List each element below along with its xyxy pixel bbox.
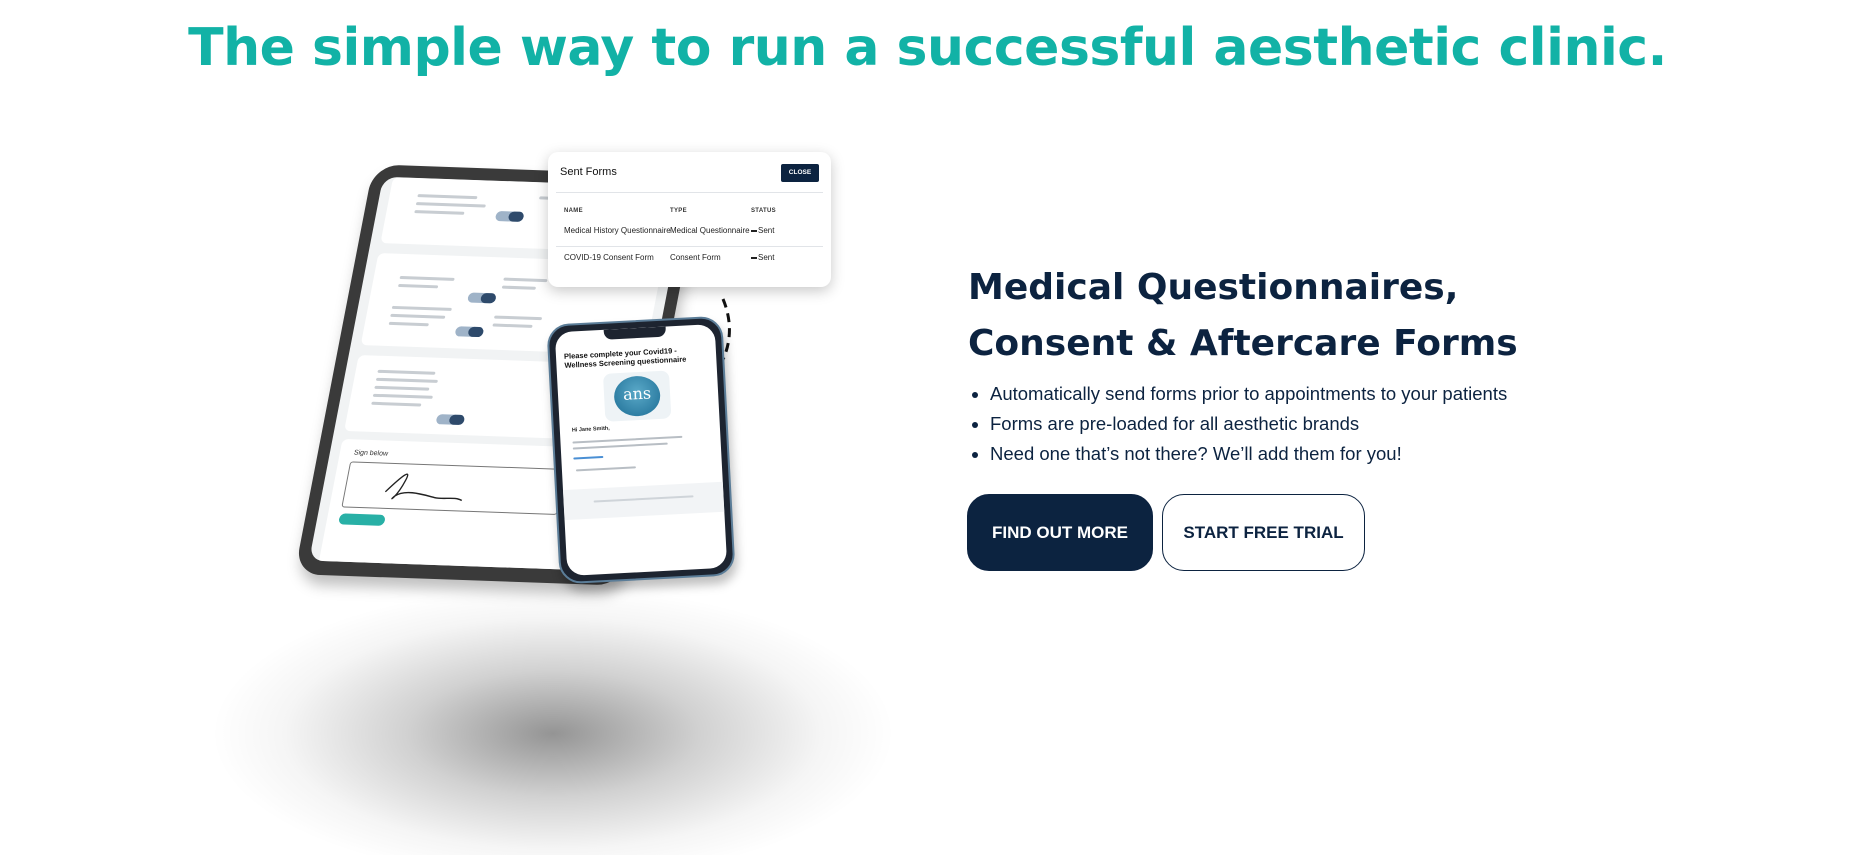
product-illustration: Sign below Sent Forms CLOSE NAME TYPE ST… <box>208 145 898 855</box>
find-out-more-button[interactable]: FIND OUT MORE <box>967 494 1153 571</box>
close-button: CLOSE <box>781 164 819 182</box>
table-cell-type: Consent Form <box>670 253 721 262</box>
signature-stroke-icon <box>384 473 463 502</box>
phone-notch <box>603 326 667 340</box>
feature-list: Automatically send forms prior to appoin… <box>968 379 1507 469</box>
column-header-type: TYPE <box>670 208 687 214</box>
column-header-status: STATUS <box>751 208 776 214</box>
table-cell-name: Medical History Questionnaire <box>564 226 671 235</box>
phone-device: Please complete your Covid19 - Wellness … <box>546 315 736 585</box>
table-cell-name: COVID-19 Consent Form <box>564 253 654 262</box>
table-cell-status: Sent <box>751 226 774 235</box>
table-cell-status: Sent <box>751 253 774 262</box>
phone-footer <box>562 481 725 521</box>
list-item: Need one that’s not there? We’ll add the… <box>968 439 1507 469</box>
table-cell-type: Medical Questionnaire <box>670 226 750 235</box>
column-header-name: NAME <box>564 208 583 214</box>
sent-forms-popup: Sent Forms CLOSE NAME TYPE STATUS Medica… <box>548 152 831 287</box>
phone-screen: Please complete your Covid19 - Wellness … <box>554 323 728 577</box>
signature-box <box>341 461 566 515</box>
device-shadow <box>208 585 898 855</box>
start-free-trial-button[interactable]: START FREE TRIAL <box>1162 494 1365 571</box>
divider <box>556 246 823 247</box>
phone-email-heading: Please complete your Covid19 - Wellness … <box>563 345 687 370</box>
sign-below-label: Sign below <box>353 449 389 458</box>
save-answers-button <box>338 513 386 526</box>
hero-title: The simple way to run a successful aesth… <box>188 18 1667 78</box>
popup-title: Sent Forms <box>560 166 617 178</box>
list-item: Automatically send forms prior to appoin… <box>968 379 1507 409</box>
section-title: Medical Questionnaires, Consent & Afterc… <box>968 267 1518 364</box>
divider <box>556 192 823 193</box>
list-item: Forms are pre-loaded for all aesthetic b… <box>968 409 1507 439</box>
phone-greeting: Hi Jane Smith, <box>571 425 610 434</box>
